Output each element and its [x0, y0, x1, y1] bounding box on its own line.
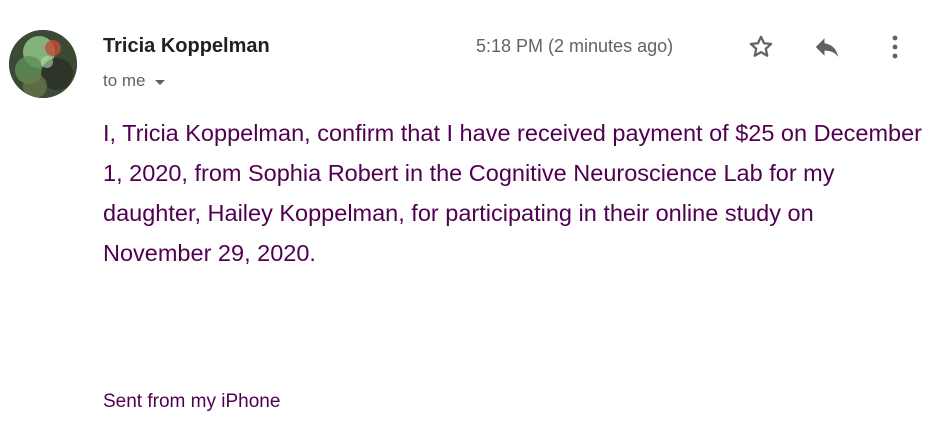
reply-button[interactable] — [810, 30, 844, 64]
avatar — [9, 30, 77, 98]
more-vert-icon — [892, 35, 898, 59]
timestamp: 5:18 PM (2 minutes ago) — [476, 36, 674, 56]
email-signature: Sent from my iPhone — [103, 391, 281, 412]
more-options-button[interactable] — [878, 30, 912, 64]
sender-name[interactable]: Tricia Koppelman — [103, 35, 270, 58]
reply-icon — [815, 38, 839, 57]
recipients-toggle[interactable]: to me — [103, 70, 165, 92]
star-button[interactable] — [744, 30, 778, 64]
avatar-image — [9, 30, 77, 98]
recipient-label: to me — [103, 71, 146, 90]
chevron-down-icon[interactable] — [154, 79, 165, 85]
email-body: I, Tricia Koppelman, confirm that I have… — [103, 120, 923, 266]
star-icon — [749, 35, 773, 57]
